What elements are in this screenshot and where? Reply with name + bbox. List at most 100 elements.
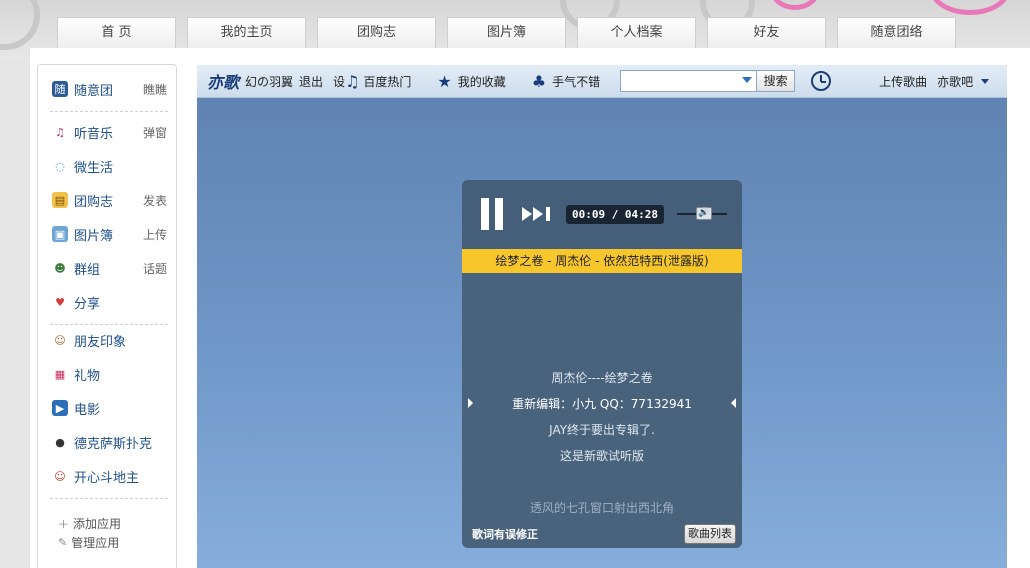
sidebar-divider [50, 111, 168, 112]
sidebar-item-gifts[interactable]: ▦ 礼物 [52, 364, 167, 384]
sidebar-item-landlord-game[interactable]: ☺ 开心斗地主 [52, 466, 167, 486]
clover-icon: ♣ [531, 71, 547, 91]
sidebar-item-texas-poker[interactable]: ● 德克萨斯扑克 [52, 432, 167, 452]
sidebar-item-label: 随意团 [74, 83, 114, 99]
music-toolbar: 亦歌 幻の羽翼 退出 设 ♫ 百度热门 ★ 我的收藏 ♣ 手气不错 搜索 上传歌… [197, 65, 1007, 98]
lyric-left-arrow-icon[interactable] [468, 398, 473, 408]
sidebar-item-micro-life[interactable]: ◌ 微生活 [52, 156, 167, 176]
tab-network[interactable]: 随意团络 [837, 17, 956, 48]
decor-pink-shape [930, 0, 1010, 15]
manage-app-link[interactable]: ✎ 管理应用 [58, 534, 119, 551]
group-icon: ☻ [54, 261, 66, 275]
sidebar-item-movies[interactable]: ▶ 电影 [52, 398, 167, 418]
favorites-link[interactable]: 我的收藏 [458, 73, 506, 90]
settings-link[interactable]: 设 [333, 73, 345, 90]
sidebar-item-share[interactable]: ♥ 分享 [52, 292, 167, 312]
decor-pink-shape [770, 0, 820, 10]
decor-circle [0, 0, 40, 50]
lyric-line: 这是新歌试听版 [559, 449, 644, 463]
add-app-link[interactable]: ＋ 添加应用 [58, 515, 121, 532]
lyric-line: 透风的七孔窗口射出西北角 [529, 501, 674, 515]
sidebar-action-popup[interactable]: 弹窗 [143, 124, 167, 141]
upload-song-link[interactable]: 上传歌曲 [879, 73, 927, 90]
sidebar-item-label: 朋友印象 [74, 334, 127, 350]
chat-bubble-icon: ◌ [55, 159, 65, 173]
lyric-line-current: 重新编辑：小九 QQ：77132941 [512, 397, 692, 411]
yige-logo[interactable]: 亦歌 [207, 69, 239, 93]
person-icon: ☺ [54, 333, 66, 347]
film-icon: ▶ [52, 400, 68, 416]
sidebar-item-label: 分享 [74, 296, 101, 312]
star-icon: ★ [437, 71, 452, 91]
player-controls: 00:09 / 04:28 🔊 [462, 180, 742, 249]
sidebar-action-topics[interactable]: 话题 [143, 260, 167, 277]
clock-icon[interactable] [811, 71, 832, 91]
sidebar-item-groups[interactable]: ☻ 群组 话题 [52, 258, 167, 278]
sidebar: 随 随意团 瞧瞧 ♫ 听音乐 弹窗 ◌ 微生活 ▤ 团购志 发表 ▣ 图片簿 上… [37, 64, 177, 568]
search-button[interactable]: 搜索 [757, 70, 796, 92]
sidebar-item-label: 团购志 [74, 194, 114, 210]
search-input[interactable] [621, 71, 742, 91]
lyric-line: JAY终于要出专辑了. [549, 423, 655, 437]
username[interactable]: 幻の羽翼 [245, 73, 293, 90]
search-box [620, 70, 758, 92]
sidebar-item-label: 群组 [74, 262, 101, 278]
poker-chip-icon: ● [55, 435, 65, 449]
lyric-right-arrow-icon[interactable] [731, 398, 736, 408]
time-display: 00:09 / 04:28 [566, 205, 664, 224]
sidebar-item-music[interactable]: ♫ 听音乐 弹窗 [52, 122, 167, 142]
logout-link[interactable]: 退出 [299, 73, 323, 90]
heart-icon: ♥ [55, 295, 65, 309]
lyric-line: 周杰伦----绘梦之卷 [551, 371, 653, 385]
lyric-fix-link[interactable]: 歌词有误修正 [472, 526, 538, 542]
clown-icon: ☺ [54, 469, 66, 483]
now-playing: 绘梦之卷 - 周杰伦 - 依然范特西(泄露版) [462, 249, 742, 273]
sidebar-item-label: 听音乐 [74, 126, 114, 142]
baidu-hot-link[interactable]: 百度热门 [363, 73, 411, 90]
tab-profile[interactable]: 个人档案 [577, 17, 696, 48]
tab-home[interactable]: 首 页 [57, 17, 176, 48]
music-player: 00:09 / 04:28 🔊 绘梦之卷 - 周杰伦 - 依然范特西(泄露版) … [462, 180, 742, 548]
sidebar-divider [50, 324, 168, 325]
volume-knob[interactable]: 🔊 [696, 207, 712, 220]
tab-friends[interactable]: 好友 [707, 17, 826, 48]
calendar-icon: 随 [52, 81, 68, 97]
next-icon [533, 207, 543, 221]
song-list-button[interactable]: 歌曲列表 [684, 524, 736, 544]
photo-icon: ▣ [52, 226, 68, 242]
next-icon [522, 207, 532, 221]
plus-icon: ＋ [58, 517, 69, 531]
sidebar-item-photos[interactable]: ▣ 图片簿 上传 [52, 224, 167, 244]
chevron-down-icon[interactable] [981, 78, 990, 84]
tab-group-buy[interactable]: 团购志 [317, 17, 436, 48]
sidebar-item-label: 礼物 [74, 368, 101, 384]
sidebar-action-upload[interactable]: 上传 [143, 226, 167, 243]
sidebar-item-label: 微生活 [74, 160, 114, 176]
wrench-icon: ✎ [58, 536, 68, 549]
sidebar-item-group-buy[interactable]: ▤ 团购志 发表 [52, 190, 167, 210]
sidebar-item-friend-impression[interactable]: ☺ 朋友印象 [52, 330, 167, 350]
sidebar-item-label: 开心斗地主 [74, 470, 140, 486]
gift-icon: ▦ [54, 367, 66, 381]
tab-photo-album[interactable]: 图片簿 [447, 17, 566, 48]
sidebar-action-publish[interactable]: 发表 [143, 192, 167, 209]
music-icon: ♫ [55, 125, 65, 139]
sidebar-divider [50, 498, 168, 499]
main-nav: 首 页 我的主页 团购志 图片簿 个人档案 好友 随意团络 [57, 17, 956, 48]
next-icon-bar [546, 207, 550, 221]
yige-bar-link[interactable]: 亦歌吧 [937, 73, 973, 90]
pause-button[interactable] [481, 198, 505, 230]
sidebar-item-label: 德克萨斯扑克 [74, 436, 153, 452]
tab-my-homepage[interactable]: 我的主页 [187, 17, 306, 48]
manage-app-label: 管理应用 [71, 536, 120, 550]
add-app-label: 添加应用 [73, 517, 122, 531]
sidebar-item-suiyituan[interactable]: 随 随意团 瞧瞧 [52, 79, 167, 99]
music-note-icon: ♫ [345, 71, 360, 91]
sidebar-action-browse[interactable]: 瞧瞧 [143, 81, 167, 98]
sidebar-item-label: 图片簿 [74, 228, 114, 244]
notebook-icon: ▤ [52, 192, 68, 208]
lucky-link[interactable]: 手气不错 [552, 73, 600, 90]
sidebar-item-label: 电影 [74, 402, 101, 418]
search-dropdown-arrow-icon[interactable] [742, 77, 753, 83]
next-track-button[interactable] [522, 205, 552, 223]
